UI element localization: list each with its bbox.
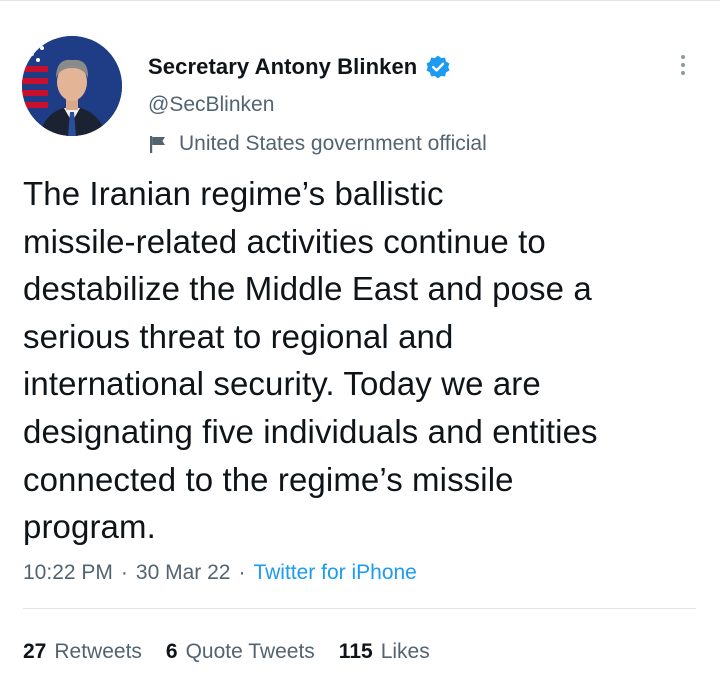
more-dot — [681, 71, 685, 75]
divider — [23, 608, 696, 609]
meta-separator: · — [238, 561, 246, 584]
top-border — [0, 0, 720, 1]
meta-separator: · — [120, 561, 128, 584]
tweet-date[interactable]: 30 Mar 22 — [136, 561, 231, 585]
tweet-text: The Iranian regime’s ballistic missile-r… — [23, 175, 598, 546]
avatar[interactable] — [22, 36, 122, 136]
name-row: Secretary Antony Blinken — [148, 53, 487, 81]
retweets-stat[interactable]: 27 Retweets — [23, 640, 142, 664]
affiliation-label: United States government official — [148, 131, 487, 157]
verified-badge-icon — [425, 54, 451, 80]
flag-icon — [148, 134, 168, 154]
more-dot — [681, 55, 685, 59]
likes-stat[interactable]: 115 Likes — [339, 640, 430, 664]
tweet-time[interactable]: 10:22 PM — [23, 561, 113, 585]
retweets-count: 27 — [23, 640, 47, 663]
affiliation-text: United States government official — [179, 132, 487, 155]
more-dot — [681, 63, 685, 67]
display-name[interactable]: Secretary Antony Blinken — [148, 54, 417, 80]
quote-tweets-stat[interactable]: 6 Quote Tweets — [166, 640, 315, 664]
tweet-source-link[interactable]: Twitter for iPhone — [253, 561, 416, 585]
tweet-meta: 10:22 PM · 30 Mar 22 · Twitter for iPhon… — [23, 558, 417, 588]
author-block: Secretary Antony Blinken @SecBlinken Uni… — [148, 53, 487, 157]
engagement-stats: 27 Retweets 6 Quote Tweets 115 Likes — [23, 637, 454, 667]
likes-count: 115 — [338, 640, 373, 663]
likes-label: Likes — [380, 640, 430, 663]
quote-tweets-count: 6 — [165, 640, 178, 663]
retweets-label: Retweets — [54, 640, 142, 663]
quote-tweets-label: Quote Tweets — [185, 640, 315, 663]
more-options-icon[interactable] — [670, 50, 696, 80]
handle[interactable]: @SecBlinken — [148, 93, 487, 119]
